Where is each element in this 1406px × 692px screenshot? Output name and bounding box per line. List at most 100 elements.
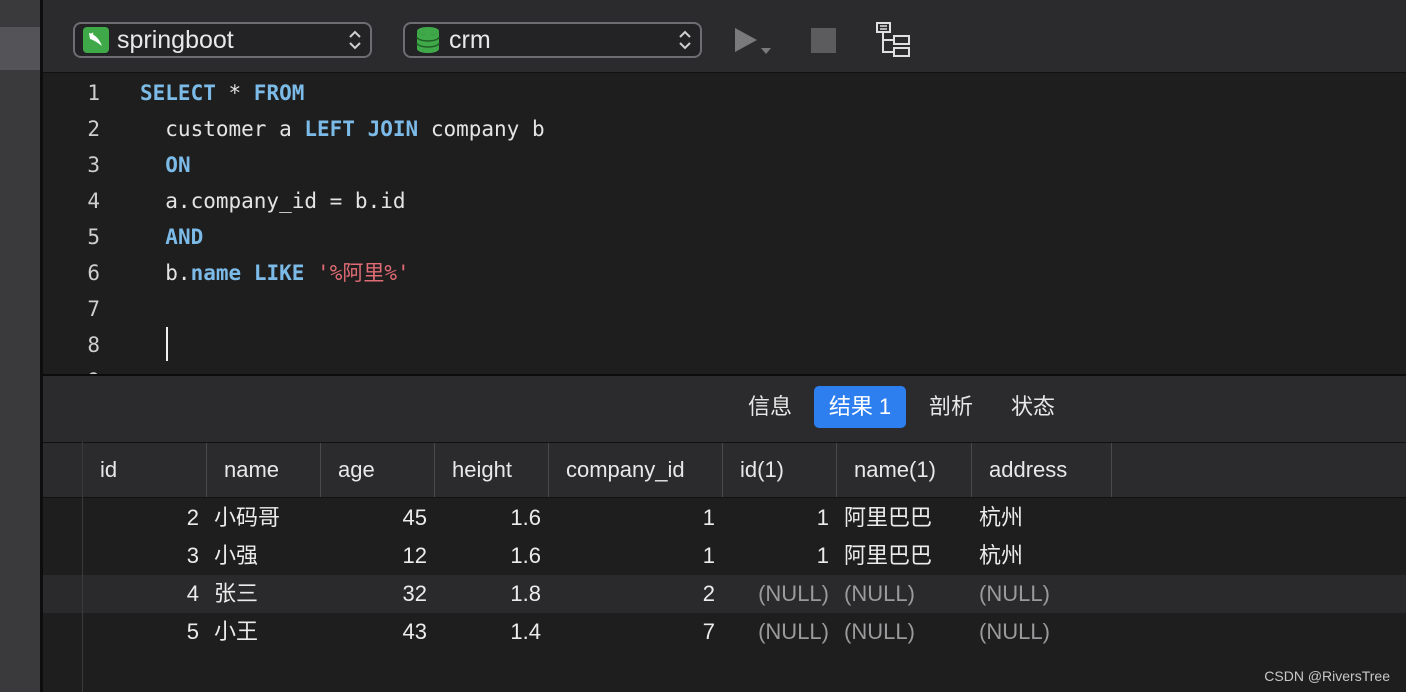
table-cell[interactable]: 小强 bbox=[214, 537, 321, 575]
table-cell[interactable]: 5 bbox=[83, 613, 199, 651]
tab-profile[interactable]: 剖析 bbox=[916, 386, 986, 428]
table-row[interactable]: 3 小强 12 1.6 1 1 阿里巴巴 杭州 bbox=[43, 537, 1406, 575]
table-cell[interactable]: 1 bbox=[723, 537, 829, 575]
table-cell[interactable]: 1 bbox=[549, 537, 715, 575]
result-tabs: 信息 结果 1 剖析 状态 bbox=[43, 376, 1406, 442]
table-cell[interactable]: 1.6 bbox=[435, 537, 541, 575]
connection-label: springboot bbox=[117, 25, 234, 54]
table-row[interactable]: 5 小王 43 1.4 7 (NULL) (NULL) (NULL) bbox=[43, 613, 1406, 651]
sql-keyword: AND bbox=[165, 225, 204, 249]
stop-icon bbox=[810, 27, 836, 53]
table-cell[interactable]: (NULL) bbox=[844, 613, 972, 651]
database-label: crm bbox=[449, 25, 491, 54]
table-cell[interactable]: 1 bbox=[549, 499, 715, 537]
result-grid: id name age height company_id id(1) name(1) add… bbox=[43, 442, 1406, 692]
table-cell[interactable]: 小码哥 bbox=[214, 499, 321, 537]
table-cell[interactable]: 32 bbox=[321, 575, 427, 613]
play-icon bbox=[735, 28, 771, 54]
sql-text: * bbox=[215, 81, 254, 105]
sql-keyword: LEFT JOIN bbox=[304, 117, 419, 141]
table-cell[interactable]: (NULL) bbox=[844, 575, 972, 613]
table-cell[interactable]: 阿里巴巴 bbox=[844, 499, 972, 537]
table-row[interactable]: 4 张三 32 1.8 2 (NULL) (NULL) (NULL) bbox=[43, 575, 1406, 613]
line-number: 3 bbox=[87, 153, 100, 177]
table-cell[interactable]: 7 bbox=[549, 613, 715, 651]
table-row[interactable]: 2 小码哥 45 1.6 1 1 阿里巴巴 杭州 bbox=[43, 499, 1406, 537]
table-cell[interactable]: 3 bbox=[83, 537, 199, 575]
code-line: b.name LIKE '%阿里%' bbox=[140, 255, 409, 291]
tree-explain-icon bbox=[876, 22, 910, 57]
stop-button[interactable] bbox=[808, 22, 838, 58]
line-number: 7 bbox=[87, 297, 100, 321]
table-cell[interactable]: 1.6 bbox=[435, 499, 541, 537]
database-select[interactable]: crm bbox=[403, 22, 702, 58]
column-header[interactable]: company_id bbox=[549, 443, 723, 497]
chevron-updown-icon bbox=[679, 30, 691, 50]
left-sidebar-strip bbox=[0, 0, 40, 692]
table-cell[interactable]: (NULL) bbox=[723, 613, 829, 651]
connection-select[interactable]: springboot bbox=[73, 22, 372, 58]
column-header[interactable]: height bbox=[435, 443, 549, 497]
sql-text: customer a bbox=[140, 117, 305, 141]
table-cell[interactable]: 阿里巴巴 bbox=[844, 537, 972, 575]
tab-info[interactable]: 信息 bbox=[735, 386, 805, 428]
table-cell[interactable]: (NULL) bbox=[723, 575, 829, 613]
line-number: 2 bbox=[87, 117, 100, 141]
column-header[interactable]: name(1) bbox=[837, 443, 972, 497]
sql-keyword: SELECT bbox=[140, 81, 216, 105]
chevron-updown-icon bbox=[349, 30, 361, 50]
table-cell[interactable]: (NULL) bbox=[979, 575, 1112, 613]
mysql-dolphin-icon bbox=[83, 27, 109, 53]
column-header[interactable]: age bbox=[321, 443, 435, 497]
code-line: SELECT * FROM bbox=[140, 75, 304, 111]
table-cell[interactable]: 杭州 bbox=[979, 499, 1112, 537]
line-number: 6 bbox=[87, 261, 100, 285]
table-cell[interactable]: 张三 bbox=[214, 575, 321, 613]
watermark: CSDN @RiversTree bbox=[1264, 668, 1390, 684]
table-cell[interactable]: 小王 bbox=[214, 613, 321, 651]
sql-keyword: ON bbox=[165, 153, 191, 177]
column-header[interactable]: address bbox=[972, 443, 1112, 497]
code-line: ON bbox=[140, 147, 191, 183]
sql-text: a.company_id = b.id bbox=[140, 189, 406, 213]
explain-button[interactable] bbox=[873, 22, 913, 58]
code-line: AND bbox=[140, 219, 203, 255]
sql-text: company b bbox=[418, 117, 545, 141]
line-number: 9 bbox=[50, 363, 100, 374]
grid-header: id name age height company_id id(1) name(1) add… bbox=[43, 442, 1406, 498]
table-cell[interactable]: 1.4 bbox=[435, 613, 541, 651]
table-cell[interactable]: 12 bbox=[321, 537, 427, 575]
tab-status[interactable]: 状态 bbox=[998, 386, 1068, 428]
sql-keyword: FROM bbox=[253, 81, 305, 105]
table-cell[interactable]: 4 bbox=[83, 575, 199, 613]
line-gutter: 1 2 3 4 5 6 7 8 9 bbox=[43, 74, 108, 374]
column-header[interactable]: name bbox=[207, 443, 321, 497]
run-button[interactable] bbox=[728, 22, 778, 58]
row-header-column bbox=[43, 442, 83, 692]
table-cell[interactable]: 45 bbox=[321, 499, 427, 537]
code-line: a.company_id = b.id bbox=[140, 183, 406, 219]
table-cell[interactable]: 43 bbox=[321, 613, 427, 651]
sql-editor[interactable]: 1 2 3 4 5 6 7 8 9 SELECT * FROM customer a LEFT … bbox=[43, 74, 1406, 374]
table-cell[interactable]: 杭州 bbox=[979, 537, 1112, 575]
tab-result-1[interactable]: 结果 1 bbox=[814, 386, 906, 428]
line-number: 1 bbox=[87, 81, 100, 105]
table-cell[interactable]: 1.8 bbox=[435, 575, 541, 613]
table-cell[interactable]: 1 bbox=[723, 499, 829, 537]
query-toolbar: springboot crm bbox=[43, 0, 1406, 73]
text-cursor bbox=[166, 327, 168, 361]
column-header[interactable]: id(1) bbox=[723, 443, 837, 497]
table-cell[interactable]: (NULL) bbox=[979, 613, 1112, 651]
sql-text: b. bbox=[140, 261, 191, 285]
table-cell[interactable]: 2 bbox=[83, 499, 199, 537]
line-number: 5 bbox=[87, 225, 100, 249]
table-cell[interactable]: 2 bbox=[549, 575, 715, 613]
column-header[interactable]: id bbox=[83, 443, 207, 497]
database-icon bbox=[416, 27, 440, 53]
sql-keyword: name bbox=[190, 261, 242, 285]
sidebar-highlight bbox=[0, 27, 40, 70]
